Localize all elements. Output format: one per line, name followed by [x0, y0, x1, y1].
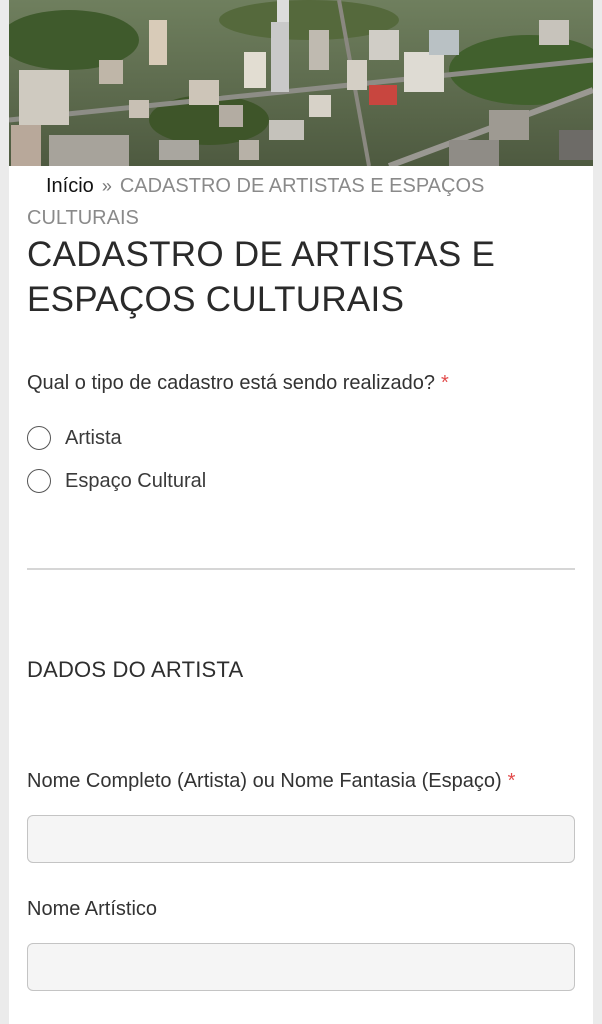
breadcrumb-current: CADASTRO DE ARTISTAS E ESPAÇOS CULTURAIS [27, 175, 485, 229]
radio-label: Espaço Cultural [65, 469, 207, 492]
section-divider [27, 568, 575, 570]
radio-option-artista[interactable]: Artista [27, 423, 122, 453]
breadcrumb-home-link[interactable]: Início [27, 175, 94, 197]
full-name-label: Nome Completo (Artista) ou Nome Fantasia… [27, 770, 515, 793]
section-title: DADOS DO ARTISTA [27, 657, 244, 682]
page-title: CADASTRO DE ARTISTAS E ESPAÇOS CULTURAIS [27, 235, 496, 319]
question-label: Qual o tipo de cadastro está sendo reali… [27, 372, 449, 395]
breadcrumb: Início » CADASTRO DE ARTISTAS E ESPAÇOS CU… [27, 170, 567, 234]
breadcrumb-separator: » [101, 176, 112, 196]
full-name-input[interactable] [27, 815, 575, 863]
required-asterisk: * [507, 770, 516, 792]
radio-button[interactable] [27, 469, 51, 493]
radio-option-espaco-cultural[interactable]: Espaço Cultural [27, 466, 206, 496]
hero-city-aerial-image [9, 0, 593, 166]
required-asterisk: * [441, 372, 449, 394]
question-text: Qual o tipo de cadastro está sendo reali… [27, 372, 436, 394]
radio-label: Artista [65, 426, 122, 449]
artistic-name-label: Nome Artístico [27, 898, 158, 920]
full-name-label-text: Nome Completo (Artista) ou Nome Fantasia… [27, 770, 502, 792]
artistic-name-input[interactable] [27, 943, 575, 991]
page: Início» CADASTRO DE ARTISTAS E ESPAÇOS CU… [9, 0, 593, 1024]
radio-button[interactable] [27, 426, 51, 450]
